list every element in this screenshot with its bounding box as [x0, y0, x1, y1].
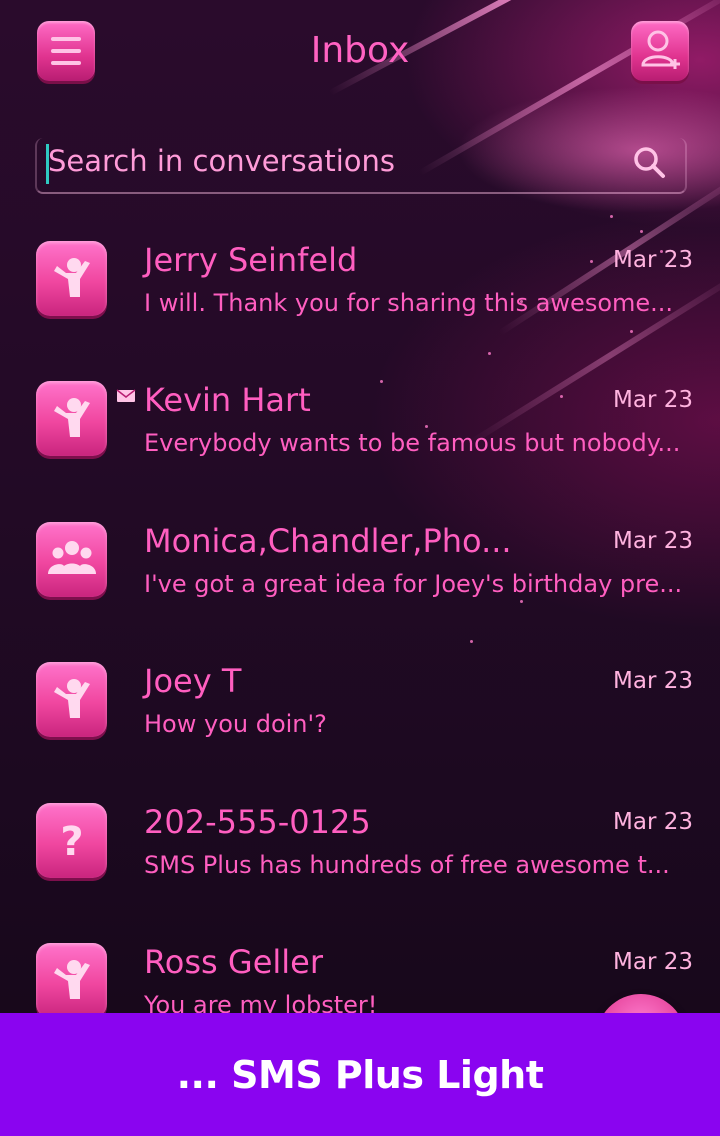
add-contact-icon [641, 30, 680, 69]
message-snippet: SMS Plus has hundreds of free awesome t.… [144, 851, 670, 879]
contact-name: Ross Geller [144, 943, 323, 981]
message-snippet: I will. Thank you for sharing this aweso… [144, 289, 674, 317]
contact-name: Joey T [144, 662, 242, 700]
page-title: Inbox [310, 30, 410, 71]
message-date: Mar 23 [613, 809, 693, 835]
conversation-row[interactable]: Monica,Chandler,Pho... Mar 23 I've got a… [0, 506, 720, 646]
unknown-contact-icon: ? [60, 819, 83, 865]
promo-banner: ... SMS Plus Light [0, 1013, 720, 1136]
message-date: Mar 23 [613, 949, 693, 975]
sparkle [610, 215, 613, 218]
add-contact-button[interactable] [631, 21, 689, 81]
message-snippet: Everybody wants to be famous but nobody.… [144, 429, 681, 457]
avatar[interactable] [36, 381, 107, 456]
search-field[interactable]: Search in conversations [35, 138, 687, 194]
conversation-row[interactable]: Jerry Seinfeld Mar 23 I will. Thank you … [0, 225, 720, 365]
message-date: Mar 23 [613, 528, 693, 554]
person-icon [54, 398, 90, 437]
message-snippet: I've got a great idea for Joey's birthda… [144, 570, 683, 598]
search-icon[interactable] [631, 144, 667, 180]
avatar[interactable] [36, 943, 107, 1018]
message-date: Mar 23 [613, 668, 693, 694]
conversation-row[interactable]: Joey T Mar 23 How you doin'? [0, 646, 720, 786]
person-icon [54, 258, 90, 297]
conversation-row[interactable]: Kevin Hart Mar 23 Everybody wants to be … [0, 365, 720, 505]
avatar[interactable] [36, 522, 107, 597]
avatar[interactable] [36, 241, 107, 316]
search-input[interactable]: Search in conversations [48, 144, 395, 178]
contact-name: Kevin Hart [144, 381, 311, 419]
message-snippet: How you doin'? [144, 710, 327, 738]
message-date: Mar 23 [613, 247, 693, 273]
contact-name: Jerry Seinfeld [144, 241, 358, 279]
person-icon [54, 679, 90, 718]
message-date: Mar 23 [613, 387, 693, 413]
top-bar: Inbox [0, 0, 720, 110]
group-icon [48, 541, 96, 574]
avatar[interactable] [36, 662, 107, 737]
avatar[interactable]: ? [36, 803, 107, 878]
conversation-row[interactable]: ? 202-555-0125 Mar 23 SMS Plus has hundr… [0, 787, 720, 927]
svg-text:?: ? [60, 819, 83, 865]
person-icon [54, 960, 90, 999]
banner-text: ... SMS Plus Light [176, 1053, 544, 1097]
contact-name: 202-555-0125 [144, 803, 371, 841]
contact-name: Monica,Chandler,Pho... [144, 522, 512, 560]
envelope-icon [116, 389, 136, 402]
